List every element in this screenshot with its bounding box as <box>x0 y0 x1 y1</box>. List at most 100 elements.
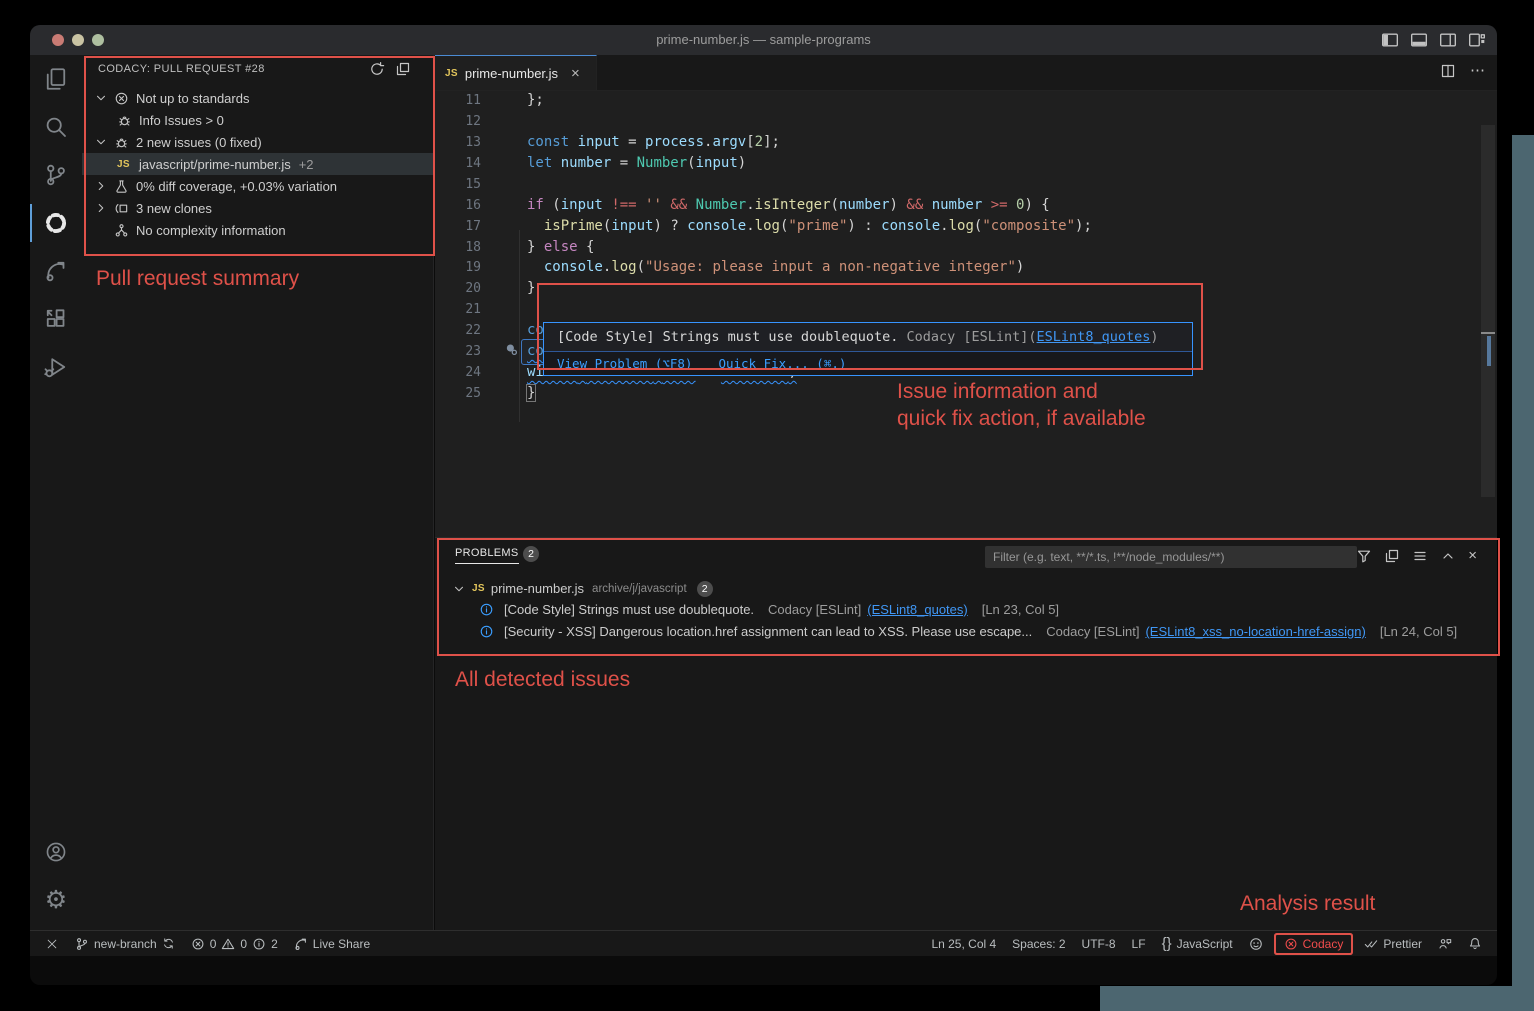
code-line-19[interactable]: 19 console.log("Usage: please input a no… <box>435 257 1475 278</box>
layout-controls <box>1380 30 1487 50</box>
tab-prime-number[interactable]: JS prime-number.js × <box>435 55 597 90</box>
tree-item-label: No complexity information <box>136 223 286 238</box>
editor-group[interactable]: JS prime-number.js × ⋯ 11};1213const inp… <box>435 55 1497 537</box>
view-as-list-icon[interactable] <box>1412 548 1428 564</box>
activity-item-extensions[interactable] <box>30 295 82 343</box>
code-line-18[interactable]: 18} else { <box>435 237 1475 258</box>
tree-item[interactable]: No complexity information <box>82 219 433 241</box>
collapse-all-icon[interactable] <box>395 61 411 77</box>
tree-item[interactable]: JSjavascript/prime-number.js+2 <box>82 153 433 175</box>
line-number: 16 <box>441 195 481 216</box>
scrollbar[interactable] <box>1481 125 1495 497</box>
files-icon <box>44 67 68 91</box>
status-notifications[interactable] <box>1465 937 1485 951</box>
activity-item-source-control[interactable] <box>30 151 82 199</box>
problems-filter-input[interactable] <box>985 546 1357 568</box>
code-line-21[interactable]: 21 <box>435 299 1475 320</box>
status-github[interactable] <box>1246 937 1266 951</box>
hover-rule-link[interactable]: ESLint8_quotes <box>1037 329 1151 345</box>
status-encoding[interactable]: UTF-8 <box>1079 937 1119 951</box>
tree-item[interactable]: 0% diff coverage, +0.03% variation <box>82 175 433 197</box>
layout-customize-icon[interactable] <box>1467 30 1487 50</box>
layout-sidebar-right-icon[interactable] <box>1438 30 1458 50</box>
problem-row[interactable]: [Code Style] Strings must use doublequot… <box>479 599 1059 620</box>
status-branch[interactable]: new-branch <box>72 937 178 951</box>
problem-message: [Security - XSS] Dangerous location.href… <box>504 624 1032 639</box>
tree-item[interactable]: Not up to standards <box>82 87 433 109</box>
tree-item[interactable]: 2 new issues (0 fixed) <box>82 131 433 153</box>
window-title: prime-number.js — sample-programs <box>30 32 1497 47</box>
code-line-15[interactable]: 15 <box>435 174 1475 195</box>
status-remote[interactable] <box>42 937 62 951</box>
js-file-icon: JS <box>445 68 458 79</box>
line-number: 19 <box>441 257 481 278</box>
activity-item-live-share[interactable] <box>30 247 82 295</box>
problem-rule-link[interactable]: (ESLint8_quotes) <box>867 602 967 617</box>
more-actions-icon[interactable]: ⋯ <box>1470 63 1485 79</box>
status-count: 0 <box>240 937 247 951</box>
tab-problems[interactable]: PROBLEMS <box>455 547 519 564</box>
status-codacy[interactable]: Codacy <box>1276 935 1352 953</box>
quick-fix-action[interactable]: Quick Fix... (⌘.) <box>718 356 846 371</box>
status-indentation[interactable]: Spaces: 2 <box>1009 937 1068 951</box>
code-line-14[interactable]: 14let number = Number(input) <box>435 153 1475 174</box>
split-editor-icon[interactable] <box>1440 63 1456 79</box>
layout-sidebar-left-icon[interactable] <box>1380 30 1400 50</box>
code-line-13[interactable]: 13const input = process.argv[2]; <box>435 132 1475 153</box>
status-feedback[interactable] <box>1435 937 1455 951</box>
hover-message-text: Codacy [ESLint]( <box>898 329 1036 345</box>
status-label: Prettier <box>1383 937 1422 951</box>
code-line-12[interactable]: 12 <box>435 111 1475 132</box>
status-language[interactable]: {}JavaScript <box>1159 936 1236 951</box>
chevron-down-icon[interactable] <box>94 91 108 105</box>
code-line-16[interactable]: 16if (input !== '' && Number.isInteger(n… <box>435 195 1475 216</box>
line-number: 15 <box>441 174 481 195</box>
code-text: const input = process.argv[2]; <box>527 132 780 153</box>
close-panel-icon[interactable]: × <box>1468 548 1477 564</box>
activity-item-manage[interactable]: ⚙ <box>30 876 82 924</box>
code-line-17[interactable]: 17 isPrime(input) ? console.log("prime")… <box>435 216 1475 237</box>
chevron-down-icon[interactable] <box>452 582 472 596</box>
code-line-11[interactable]: 11}; <box>435 90 1475 111</box>
status-cursor-position[interactable]: Ln 25, Col 4 <box>928 937 999 951</box>
activity-item-accounts[interactable] <box>30 828 82 876</box>
clone-icon <box>114 201 129 216</box>
group-by-icon[interactable] <box>1384 548 1400 564</box>
code-line-25[interactable]: 25} <box>435 383 1475 404</box>
problem-rule-link[interactable]: (ESLint8_xss_no-location-href-assign) <box>1145 624 1365 639</box>
tree-item[interactable]: Info Issues > 0 <box>82 109 433 131</box>
code-line-20[interactable]: 20} <box>435 278 1475 299</box>
problems-file-row[interactable]: JS prime-number.js archive/j/javascript … <box>435 578 1497 599</box>
filter-icon[interactable] <box>1356 548 1372 564</box>
status-live-share[interactable]: Live Share <box>291 937 373 951</box>
tab-close-icon[interactable]: × <box>571 65 580 82</box>
activity-item-search[interactable] <box>30 103 82 151</box>
chevron-down-icon[interactable] <box>452 582 466 596</box>
activity-item-codacy[interactable] <box>30 199 82 247</box>
line-number: 18 <box>441 237 481 258</box>
problem-location: [Ln 24, Col 5] <box>1380 624 1457 639</box>
chevron-up-icon[interactable] <box>1440 548 1456 564</box>
problems-count-badge: 2 <box>523 546 539 562</box>
status-problems-summary[interactable]: 002 <box>188 937 281 951</box>
chevron-right-icon[interactable] <box>94 201 108 215</box>
activity-item-explorer[interactable] <box>30 55 82 103</box>
code-text: console.log("Usage: please input a non-n… <box>527 257 1024 278</box>
chevron-right-icon[interactable] <box>94 179 108 193</box>
line-number: 14 <box>441 153 481 174</box>
bell-icon <box>1468 937 1482 951</box>
problem-row[interactable]: [Security - XSS] Dangerous location.href… <box>479 621 1457 642</box>
code-editor[interactable]: 11};1213const input = process.argv[2];14… <box>435 90 1497 537</box>
tree-item-label: 0% diff coverage, +0.03% variation <box>136 179 337 194</box>
layout-panel-icon[interactable] <box>1409 30 1429 50</box>
activity-item-testing[interactable] <box>30 343 82 391</box>
status-eol[interactable]: LF <box>1129 937 1149 951</box>
code-text: isPrime(input) ? console.log("prime") : … <box>527 216 1092 237</box>
view-problem-action[interactable]: View Problem (⌥F8) <box>557 356 692 371</box>
tree-item[interactable]: 3 new clones <box>82 197 433 219</box>
line-number: 17 <box>441 216 481 237</box>
status-prettier[interactable]: Prettier <box>1361 937 1425 951</box>
chevron-down-icon[interactable] <box>94 135 108 149</box>
search-icon <box>44 115 68 139</box>
refresh-icon[interactable] <box>369 61 385 77</box>
